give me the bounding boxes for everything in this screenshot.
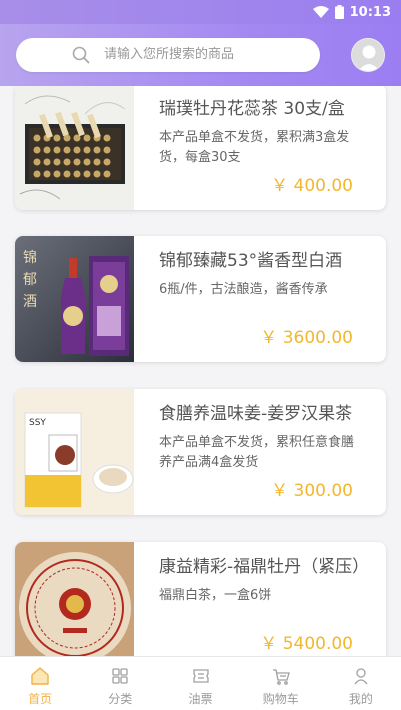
product-price: ￥ 3600.00 <box>260 328 353 348</box>
product-price: ￥ 300.00 <box>271 481 353 501</box>
wifi-icon <box>312 6 329 18</box>
ticket-icon <box>191 666 211 686</box>
tab-cart[interactable]: 购物车 <box>241 657 321 710</box>
tab-label: 购物车 <box>262 692 299 706</box>
search-icon <box>72 46 90 68</box>
tab-ticket[interactable]: 油票 <box>160 657 240 710</box>
product-title: 食膳养温味姜-姜罗汉果茶 <box>159 404 353 424</box>
product-price: ￥ 5400.00 <box>260 634 353 654</box>
product-desc: 本产品单盒不发货，累积任意食膳养产品满4盒发货 <box>159 435 355 470</box>
product-card[interactable]: SSY 食膳养温味姜-姜罗汉果茶 本产品单盒不发货，累积任意食膳养产品满4盒发货… <box>15 389 386 515</box>
product-image: 锦 郁 酒 <box>15 236 134 362</box>
grid-icon <box>110 666 130 686</box>
product-price: ￥ 400.00 <box>271 176 353 196</box>
status-time: 10:13 <box>349 4 391 20</box>
product-card[interactable]: 瑞璞牡丹花蕊茶 30支/盒 本产品单盒不发货，累积满3盒发货，每盒30支 ￥ 4… <box>15 86 386 210</box>
tab-label: 分类 <box>108 692 133 706</box>
product-image <box>15 542 134 656</box>
battery-icon <box>334 5 344 19</box>
header: 请输入您所搜索的商品 <box>0 24 401 86</box>
svg-text:郁: 郁 <box>23 272 37 288</box>
svg-text:SSY: SSY <box>29 418 46 428</box>
product-desc: 福鼎白茶，一盒6饼 <box>159 588 272 603</box>
product-card[interactable]: 锦 郁 酒 锦郁臻藏53°酱香型白酒 6瓶/件，古法酿造，酱香传承 ￥ 3600… <box>15 236 386 362</box>
product-title: 锦郁臻藏53°酱香型白酒 <box>159 251 343 271</box>
user-icon <box>351 666 371 686</box>
cart-icon <box>271 666 291 686</box>
product-title: 康益精彩-福鼎牡丹（紧压） <box>159 557 370 577</box>
product-card[interactable]: 康益精彩-福鼎牡丹（紧压） 福鼎白茶，一盒6饼 ￥ 5400.00 <box>15 542 386 656</box>
product-desc: 6瓶/件，古法酿造，酱香传承 <box>159 282 328 297</box>
svg-text:锦: 锦 <box>23 249 37 266</box>
tab-me[interactable]: 我的 <box>321 657 401 710</box>
search-placeholder: 请输入您所搜索的商品 <box>104 47 235 62</box>
product-image <box>15 86 134 210</box>
tab-category[interactable]: 分类 <box>80 657 160 710</box>
bottom-tab-bar: 首页 分类 油票 购物车 我的 <box>0 656 401 710</box>
product-list: 瑞璞牡丹花蕊茶 30支/盒 本产品单盒不发货，累积满3盒发货，每盒30支 ￥ 4… <box>0 86 401 656</box>
search-input[interactable]: 请输入您所搜索的商品 <box>16 38 320 72</box>
tab-label: 首页 <box>28 692 53 706</box>
tab-label: 油票 <box>188 692 213 706</box>
tab-label: 我的 <box>348 692 373 706</box>
avatar[interactable] <box>351 38 385 72</box>
product-image: SSY <box>15 389 134 515</box>
svg-text:酒: 酒 <box>23 294 37 310</box>
app-screen: 10:13 请输入您所搜索的商品 瑞璞牡丹花蕊茶 30支/盒 本产品单盒不发货，… <box>0 0 401 710</box>
tab-home[interactable]: 首页 <box>0 657 80 710</box>
status-bar: 10:13 <box>0 0 401 24</box>
product-desc: 本产品单盒不发货，累积满3盒发货，每盒30支 <box>159 130 350 165</box>
product-title: 瑞璞牡丹花蕊茶 30支/盒 <box>159 99 345 119</box>
home-icon <box>30 666 50 686</box>
